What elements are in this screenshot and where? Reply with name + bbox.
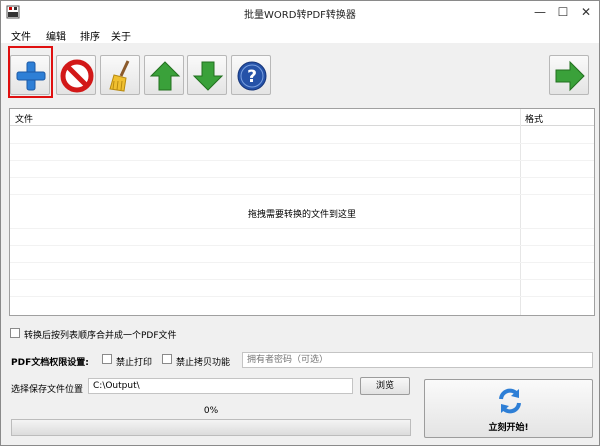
menu-edit[interactable]: 编辑: [46, 28, 66, 43]
browse-button[interactable]: 浏览: [360, 377, 410, 395]
start-button[interactable]: 立刻开始!: [424, 379, 593, 438]
start-convert-toolbar-button[interactable]: [549, 55, 589, 95]
toolbar: ?: [1, 43, 599, 101]
move-down-button[interactable]: [187, 55, 227, 95]
start-label: 立刻开始!: [488, 423, 529, 433]
move-up-button[interactable]: [144, 55, 184, 95]
next-arrow-icon: [555, 60, 585, 92]
app-window: 批量WORD转PDF转换器 — ☐ ✕ 文件 编辑 排序 关于 ? 文件 格式 …: [0, 0, 600, 446]
row-divider: [10, 262, 594, 263]
menu-bar: 文件 编辑 排序 关于: [1, 25, 599, 43]
row-divider: [10, 143, 594, 144]
window-title: 批量WORD转PDF转换器: [244, 10, 356, 21]
remove-icon: [60, 59, 94, 93]
merge-checkbox[interactable]: [10, 328, 20, 338]
row-divider: [10, 245, 594, 246]
list-header: 文件 格式: [10, 109, 594, 126]
row-divider: [10, 177, 594, 178]
svg-text:?: ?: [247, 67, 257, 87]
move-down-icon: [192, 61, 224, 91]
no-print-label[interactable]: 禁止打印: [116, 355, 152, 368]
row-divider: [10, 160, 594, 161]
menu-sort[interactable]: 排序: [80, 28, 100, 43]
column-file[interactable]: 文件: [15, 112, 33, 125]
output-path-input[interactable]: [88, 378, 353, 394]
menu-about[interactable]: 关于: [111, 28, 131, 43]
help-button[interactable]: ?: [231, 55, 271, 95]
output-label: 选择保存文件位置: [11, 385, 84, 395]
row-divider: [10, 279, 594, 280]
drop-hint: 拖拽需要转换的文件到这里: [247, 210, 356, 220]
permission-title: PDF文档权限设置:: [11, 358, 89, 368]
clear-broom-icon: [109, 60, 130, 92]
row-divider: [10, 228, 594, 229]
remove-file-button[interactable]: [56, 55, 96, 95]
owner-password-input[interactable]: [242, 352, 593, 368]
title-bar: 批量WORD转PDF转换器 — ☐ ✕: [1, 1, 599, 25]
move-up-icon: [149, 61, 181, 91]
maximize-button[interactable]: ☐: [551, 3, 575, 21]
progress-bar: [11, 419, 411, 436]
merge-label[interactable]: 转换后按列表顺序合并成一个PDF文件: [24, 328, 177, 341]
no-copy-label[interactable]: 禁止拷贝功能: [176, 355, 230, 368]
file-list[interactable]: 文件 格式 拖拽需要转换的文件到这里: [9, 108, 595, 316]
column-format[interactable]: 格式: [525, 112, 543, 125]
no-print-checkbox[interactable]: [102, 354, 112, 364]
close-button[interactable]: ✕: [574, 3, 598, 21]
help-icon: ?: [237, 61, 267, 91]
progress-percent: 0%: [203, 406, 219, 416]
minimize-button[interactable]: —: [528, 3, 552, 21]
add-button-highlight: [8, 46, 53, 98]
refresh-icon: [499, 388, 521, 414]
no-copy-checkbox[interactable]: [162, 354, 172, 364]
menu-file[interactable]: 文件: [11, 28, 31, 43]
clear-list-button[interactable]: [100, 55, 140, 95]
row-divider: [10, 194, 594, 195]
row-divider: [10, 296, 594, 297]
